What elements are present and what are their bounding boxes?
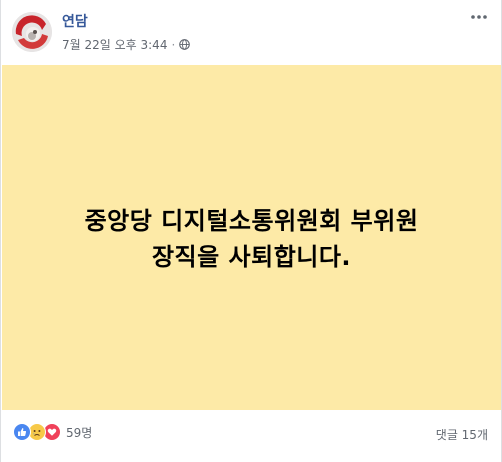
post-card: 연담 7월 22일 오후 3:44 · 중앙당 디지털소통위원회 부위원 장직을…: [0, 0, 502, 462]
post-header: 연담 7월 22일 오후 3:44 ·: [1, 0, 501, 64]
post-banner[interactable]: 중앙당 디지털소통위원회 부위원 장직을 사퇴합니다.: [2, 65, 501, 410]
avatar-image: [12, 12, 52, 52]
like-icon: [13, 423, 31, 441]
more-options-icon: [471, 15, 487, 19]
reactions-summary[interactable]: 59명: [13, 423, 92, 441]
post-meta: 7월 22일 오후 3:44 ·: [62, 36, 191, 53]
more-options-button[interactable]: [469, 8, 489, 26]
avatar[interactable]: [12, 12, 52, 52]
author-name[interactable]: 연담: [62, 11, 88, 31]
comment-count-link[interactable]: 댓글 15개: [436, 426, 488, 443]
post-footer: 59명 댓글 15개: [1, 413, 501, 453]
meta-separator: ·: [171, 37, 176, 52]
reaction-count: 59명: [66, 425, 93, 440]
post-message: 중앙당 디지털소통위원회 부위원 장직을 사퇴합니다.: [84, 206, 419, 271]
globe-icon[interactable]: [179, 39, 191, 50]
post-timestamp[interactable]: 7월 22일 오후 3:44: [62, 36, 167, 53]
